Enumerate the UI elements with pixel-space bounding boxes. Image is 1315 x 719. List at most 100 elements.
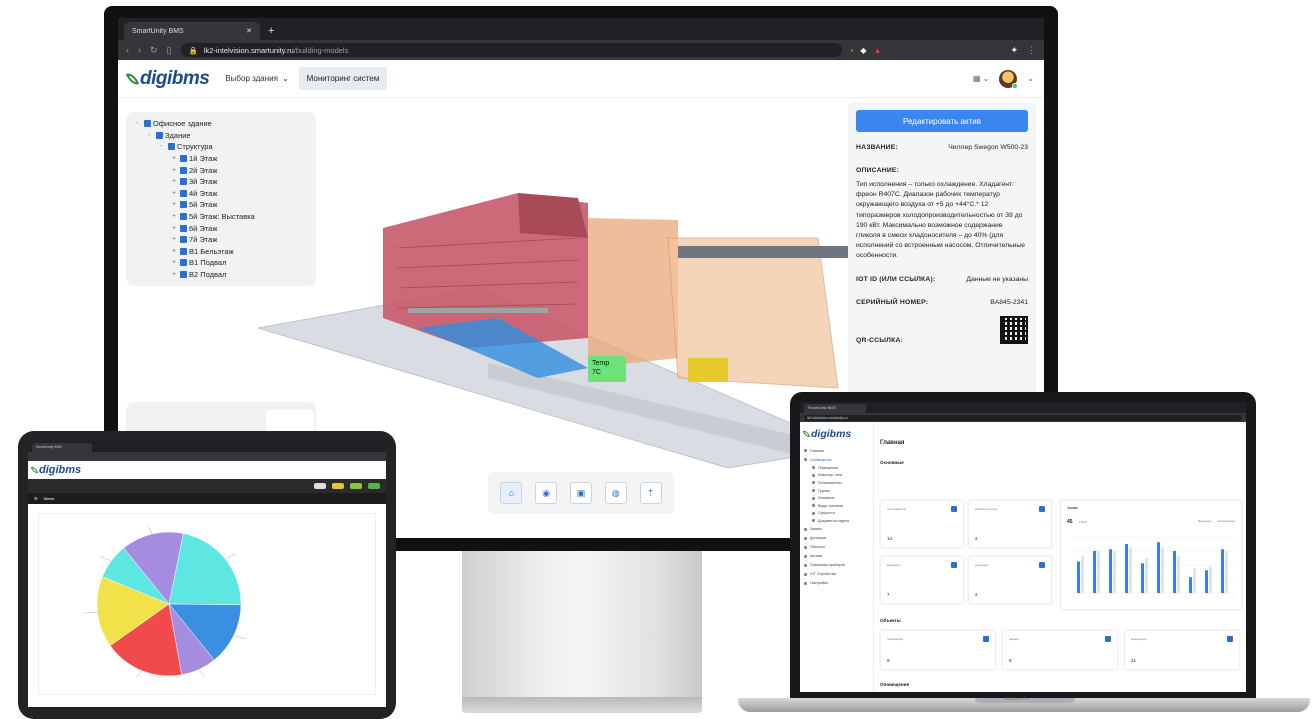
bar[interactable] (1077, 561, 1080, 594)
sidebar-item[interactable]: Документы отдела (804, 517, 869, 525)
expand-toggle-icon[interactable]: + (172, 248, 178, 255)
sidebar-item[interactable]: Компании (804, 494, 869, 502)
sidebar-item[interactable]: Инженер. сети (804, 472, 869, 480)
checkbox[interactable] (180, 236, 187, 244)
checkbox[interactable] (180, 166, 187, 174)
back-icon[interactable]: ‹ (126, 45, 129, 55)
bar[interactable] (1177, 556, 1180, 593)
bar[interactable] (1157, 542, 1160, 593)
bar[interactable] (1129, 547, 1132, 594)
bar[interactable] (1173, 551, 1176, 593)
address-bar[interactable]: lk2-intelvision.smartunity.ru (804, 414, 1242, 421)
checkbox[interactable] (180, 201, 187, 209)
checkbox[interactable] (180, 155, 187, 163)
close-icon[interactable]: ✕ (246, 27, 252, 35)
checkbox[interactable] (180, 178, 187, 186)
sidebar-item[interactable]: Заявки (804, 525, 869, 534)
building-3d-model[interactable] (258, 178, 848, 468)
expand-toggle-icon[interactable]: + (172, 271, 178, 278)
chevron-down-icon[interactable]: ⌄ (1027, 74, 1034, 83)
checkbox[interactable] (180, 259, 187, 267)
expand-toggle-icon[interactable]: + (172, 259, 178, 266)
sidebar-item[interactable]: Группы (804, 487, 869, 495)
stat-card[interactable]: договоры 2 (968, 556, 1052, 604)
checkbox[interactable] (168, 143, 175, 151)
bar[interactable] (1141, 563, 1144, 593)
bar[interactable] (1125, 544, 1128, 593)
digibms-logo[interactable]: digibms (802, 428, 869, 440)
expand-toggle-icon[interactable]: + (172, 167, 178, 174)
tablet-browser-tab[interactable]: SmartUnity BMS (32, 443, 92, 452)
status-badge[interactable] (314, 483, 326, 489)
avatar[interactable] (999, 69, 1019, 89)
status-badge[interactable] (350, 483, 362, 489)
expand-toggle-icon[interactable]: - (160, 143, 166, 150)
bar[interactable] (1205, 570, 1208, 593)
sidebar-item[interactable]: Договоры (804, 534, 869, 543)
qr-code[interactable] (1000, 315, 1028, 344)
stat-card[interactable]: помещения 9 (880, 630, 996, 670)
sidebar-item[interactable]: Показания приборов (804, 561, 869, 570)
expand-toggle-icon[interactable]: + (172, 236, 178, 243)
sidebar-item[interactable]: Оповещения (804, 455, 869, 464)
digibms-logo[interactable]: digibms (30, 464, 81, 476)
tree-node[interactable]: - Офисное здание (136, 118, 306, 130)
expand-toggle-icon[interactable]: + (172, 190, 178, 197)
bar[interactable] (1193, 568, 1196, 594)
menu-icon[interactable]: ⋮ (1027, 45, 1036, 56)
menu-label[interactable]: Меню (44, 496, 55, 501)
expand-toggle-icon[interactable]: + (172, 155, 178, 162)
sidebar-item[interactable]: Главная (804, 446, 869, 455)
stat-card[interactable]: компании 7 (880, 556, 964, 604)
browser-tab[interactable]: SmartUnity BMS ✕ (124, 22, 260, 40)
alert-icon[interactable]: ▲ (874, 46, 882, 55)
bar[interactable] (1093, 551, 1096, 593)
bar[interactable] (1097, 551, 1100, 593)
tree-node[interactable]: +1й Этаж (136, 153, 306, 165)
laptop-browser-tab[interactable]: SmartUnity BMS (804, 404, 866, 413)
sidebar-item[interactable]: Объекты (804, 543, 869, 552)
checkbox[interactable] (156, 131, 163, 139)
expand-toggle-icon[interactable]: + (172, 225, 178, 232)
tree-node[interactable]: +2й Этаж (136, 164, 306, 176)
expand-toggle-icon[interactable]: - (148, 132, 154, 139)
checkbox[interactable] (180, 213, 187, 221)
stat-card[interactable]: инженерия 21 (1124, 630, 1240, 670)
sidebar-item[interactable]: Помещения (804, 464, 869, 472)
temperature-sensor-tag[interactable]: Temp 7C (588, 356, 626, 382)
bar[interactable] (1081, 556, 1084, 593)
checkbox[interactable] (180, 271, 187, 279)
layers-button[interactable]: ▣ (569, 482, 592, 504)
visibility-button[interactable]: ◉ (535, 482, 558, 504)
bar[interactable] (1145, 558, 1148, 593)
tab-monitoring[interactable]: Мониторинг систем (298, 67, 388, 90)
stat-card[interactable]: пользователи 14 (880, 500, 964, 548)
expand-toggle-icon[interactable]: + (172, 201, 178, 208)
status-badge[interactable] (332, 483, 344, 489)
bar[interactable] (1225, 551, 1228, 593)
reload-icon[interactable]: ↻ (150, 45, 158, 56)
building-select[interactable]: Выбор здания ⌄ (225, 74, 288, 83)
sidebar-item[interactable]: Виды тренинга (804, 502, 869, 510)
bar[interactable] (1189, 577, 1192, 593)
checkbox[interactable] (144, 120, 151, 128)
bar[interactable] (1209, 566, 1212, 593)
tree-node[interactable]: - Здание (136, 130, 306, 142)
puzzle-icon[interactable]: ✦ (1010, 45, 1018, 56)
new-tab-icon[interactable]: + (268, 25, 274, 37)
sidebar-item[interactable]: Настройки (804, 579, 869, 588)
status-badge[interactable] (368, 483, 380, 489)
shield-icon[interactable]: ◆ (860, 46, 866, 55)
checkbox[interactable] (180, 247, 187, 255)
tree-node[interactable]: - Структура (136, 141, 306, 153)
checkbox[interactable] (180, 224, 187, 232)
sidebar-item[interactable]: Активы (804, 552, 869, 561)
bar[interactable] (1113, 551, 1116, 593)
stat-card[interactable]: рабочие группы 2 (968, 500, 1052, 548)
home-view-button[interactable]: ⌂ (500, 482, 523, 504)
sidebar-item[interactable]: Пользователи (804, 479, 869, 487)
bar[interactable] (1221, 549, 1224, 593)
hamburger-icon[interactable]: ☰ (34, 496, 38, 501)
forward-icon[interactable]: › (138, 45, 141, 55)
sidebar-item[interactable]: Сущности (804, 510, 869, 518)
